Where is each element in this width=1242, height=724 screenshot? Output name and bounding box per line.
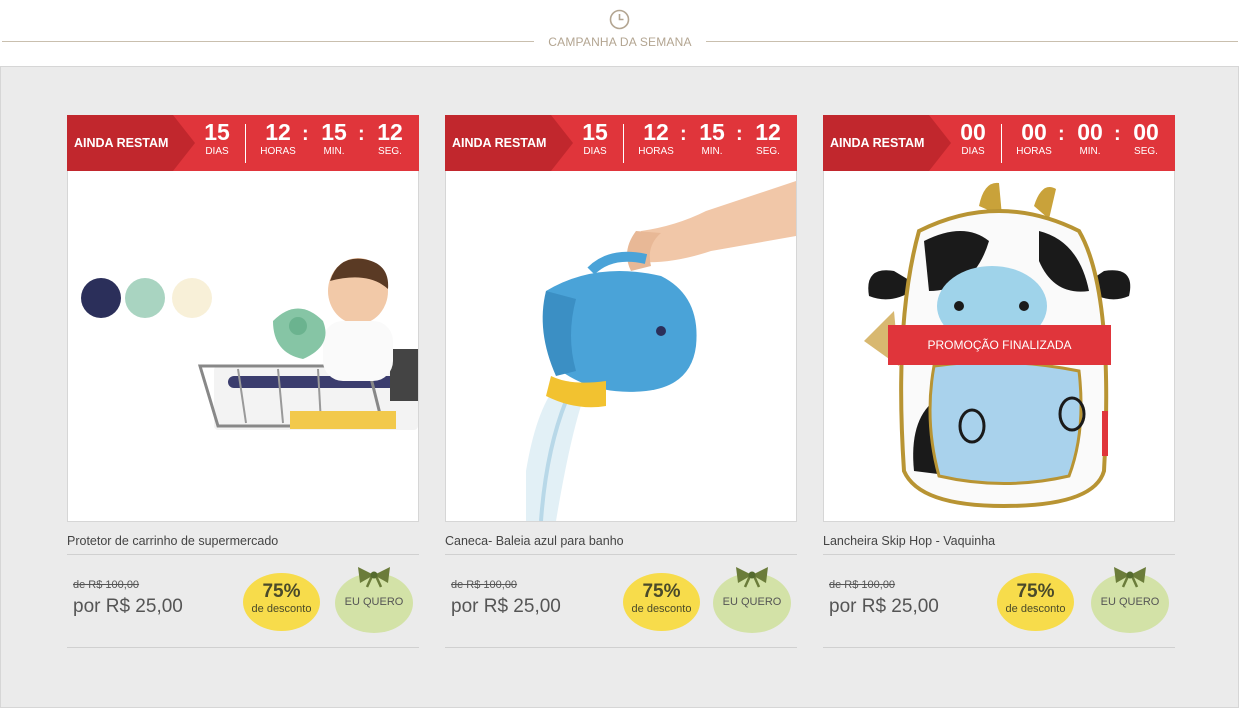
campaign-title: CAMPANHA DA SEMANA (548, 35, 692, 49)
discount-percent: 75% (1016, 581, 1055, 602)
timer-seconds: 12 SEG. (749, 119, 787, 159)
timer-days-label: DIAS (961, 146, 985, 157)
product-name[interactable]: Protetor de carrinho de supermercado (67, 534, 419, 554)
discount-label: de desconto (251, 603, 312, 615)
discount-percent: 75% (642, 581, 681, 602)
card-divider (823, 647, 1175, 648)
timer-seconds: 12 SEG. (371, 119, 409, 159)
discount-badge: 75% de desconto (623, 573, 700, 631)
timer-days: 00 DIAS (953, 119, 993, 159)
timer-minutes-value: 15 (699, 119, 725, 145)
discount-badge: 75% de desconto (243, 573, 320, 631)
header-divider-right (706, 41, 1238, 42)
timer-colon: : (680, 123, 687, 145)
old-price: de R$ 100,00 (829, 579, 896, 591)
timer-separator (623, 124, 624, 163)
old-price: de R$ 100,00 (451, 579, 518, 591)
timer-separator (1001, 124, 1002, 163)
timer-minutes: 15 MIN. (315, 119, 353, 159)
timer-seconds-label: SEG. (1134, 146, 1158, 157)
campaign-header: CAMPANHA DA SEMANA (0, 0, 1242, 66)
timer-hours-label: HORAS (260, 146, 296, 157)
product-image[interactable]: PROMOÇÃO FINALIZADA (823, 171, 1175, 522)
timer-colon: : (1058, 123, 1065, 145)
timer-days: 15 DIAS (575, 119, 615, 159)
timer-lead-label: AINDA RESTAM (452, 136, 547, 150)
price-row: de R$ 100,00 por R$ 25,00 75% de descont… (67, 555, 419, 647)
timer-days-label: DIAS (583, 146, 607, 157)
discount-percent: 75% (262, 581, 301, 602)
timer-minutes: 15 MIN. (693, 119, 731, 159)
whale-cup-illustration (526, 181, 796, 521)
price-row: de R$ 100,00 por R$ 25,00 75% de descont… (445, 555, 797, 647)
product-card: AINDA RESTAM 15 DIAS 12 HORAS : 15 MIN. : 1… (445, 115, 797, 648)
timer-seconds-value: 12 (377, 119, 403, 145)
timer-colon: : (736, 123, 743, 145)
card-divider (445, 647, 797, 648)
header-divider-left (2, 41, 534, 42)
countdown-timer: AINDA RESTAM 00 DIAS 00 HORAS : 00 MIN. : 0… (823, 115, 1175, 171)
timer-minutes-value: 15 (321, 119, 347, 145)
timer-colon: : (358, 123, 365, 145)
timer-seconds: 00 SEG. (1127, 119, 1165, 159)
want-button-label: EU QUERO (344, 596, 404, 608)
product-card: AINDA RESTAM 15 DIAS 12 HORAS : 15 MIN. : 1… (67, 115, 419, 648)
timer-hours: 12 HORAS (635, 119, 677, 159)
timer-hours-value: 12 (265, 119, 291, 145)
timer-hours-label: HORAS (1016, 146, 1052, 157)
product-name[interactable]: Lancheira Skip Hop - Vaquinha (823, 534, 1175, 554)
bow-icon (358, 567, 390, 588)
timer-lead-label: AINDA RESTAM (74, 136, 169, 150)
discount-label: de desconto (631, 603, 692, 615)
timer-hours: 00 HORAS (1013, 119, 1055, 159)
timer-days: 15 DIAS (197, 119, 237, 159)
timer-lead-label: AINDA RESTAM (830, 136, 925, 150)
campaign-panel: AINDA RESTAM 15 DIAS 12 HORAS : 15 MIN. : 1… (0, 66, 1239, 708)
promo-ended-banner[interactable]: PROMOÇÃO FINALIZADA (888, 325, 1111, 365)
timer-days-value: 00 (960, 119, 986, 145)
timer-hours: 12 HORAS (257, 119, 299, 159)
clock-icon (609, 9, 630, 30)
product-card: AINDA RESTAM 00 DIAS 00 HORAS : 00 MIN. : 0… (823, 115, 1175, 648)
old-price: de R$ 100,00 (73, 579, 140, 591)
timer-days-value: 15 (582, 119, 608, 145)
timer-seconds-label: SEG. (756, 146, 780, 157)
timer-seconds-value: 00 (1133, 119, 1159, 145)
timer-minutes-label: MIN. (1079, 146, 1101, 157)
bow-icon (736, 567, 768, 588)
countdown-timer: AINDA RESTAM 15 DIAS 12 HORAS : 15 MIN. : 1… (67, 115, 419, 171)
timer-colon: : (302, 123, 309, 145)
new-price: por R$ 25,00 (73, 596, 183, 617)
timer-lead: AINDA RESTAM (445, 115, 573, 171)
timer-hours-value: 12 (643, 119, 669, 145)
product-image[interactable] (67, 171, 419, 522)
timer-separator (245, 124, 246, 163)
want-button-label: EU QUERO (1100, 596, 1160, 608)
timer-hours-value: 00 (1021, 119, 1047, 145)
timer-days-value: 15 (204, 119, 230, 145)
card-divider (67, 647, 419, 648)
timer-lead: AINDA RESTAM (67, 115, 195, 171)
new-price: por R$ 25,00 (451, 596, 561, 617)
timer-seconds-value: 12 (755, 119, 781, 145)
bow-icon (1114, 567, 1146, 588)
timer-hours-label: HORAS (638, 146, 674, 157)
timer-minutes-label: MIN. (323, 146, 345, 157)
timer-seconds-label: SEG. (378, 146, 402, 157)
timer-minutes-label: MIN. (701, 146, 723, 157)
cart-protector-illustration (81, 258, 418, 430)
timer-minutes-value: 00 (1077, 119, 1103, 145)
timer-lead: AINDA RESTAM (823, 115, 951, 171)
discount-badge: 75% de desconto (997, 573, 1074, 631)
price-row: de R$ 100,00 por R$ 25,00 75% de descont… (823, 555, 1175, 647)
timer-days-label: DIAS (205, 146, 229, 157)
product-image[interactable] (445, 171, 797, 522)
countdown-timer: AINDA RESTAM 15 DIAS 12 HORAS : 15 MIN. : 1… (445, 115, 797, 171)
want-button-label: EU QUERO (722, 596, 782, 608)
discount-label: de desconto (1005, 603, 1066, 615)
product-name[interactable]: Caneca- Baleia azul para banho (445, 534, 797, 554)
timer-colon: : (1114, 123, 1121, 145)
timer-minutes: 00 MIN. (1071, 119, 1109, 159)
new-price: por R$ 25,00 (829, 596, 939, 617)
